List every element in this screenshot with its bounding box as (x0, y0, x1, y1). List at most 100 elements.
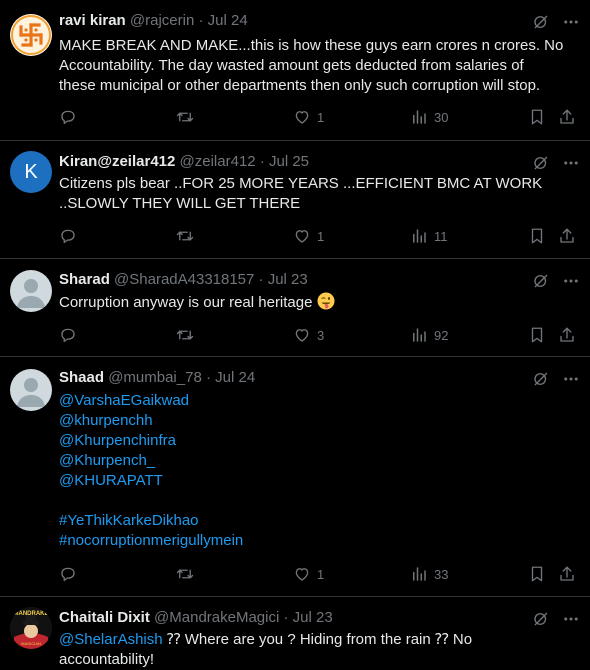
bookmark-button[interactable] (528, 107, 546, 127)
swastika-logo-icon (11, 15, 51, 55)
tweet-header: Kiran@zeilar412 @zeilar412 · Jul 25 (59, 153, 309, 170)
tweet-text-content: Corruption anyway is our real heritage (59, 294, 313, 311)
mention-link[interactable]: @khurpenchh (59, 411, 579, 431)
tweet-text-line: accountability! (59, 651, 155, 668)
tweet-date[interactable]: Jul 25 (269, 153, 309, 170)
mention-link[interactable]: @Khurpenchinfra (59, 431, 579, 451)
hashtag-link[interactable]: #nocorruptionmerigullymein (59, 531, 579, 551)
grok-icon[interactable] (532, 13, 550, 31)
avatar[interactable]: K (10, 151, 52, 193)
tweet-text: Citizens pls bear ..FOR 25 MORE YEARS ..… (59, 174, 579, 214)
like-count: 1 (317, 566, 325, 582)
tweet-text-line: @ShelarAshish ⁇ Where are you ? Hiding f… (59, 630, 579, 650)
share-button[interactable] (558, 564, 576, 584)
views-button[interactable]: 11 (410, 226, 448, 246)
bookmark-icon (531, 566, 543, 582)
retweet-button[interactable] (176, 325, 194, 345)
more-icon[interactable] (562, 610, 580, 628)
tweet-actions: 1 33 (0, 564, 590, 584)
like-button[interactable]: 1 (293, 107, 324, 127)
share-icon (560, 228, 574, 243)
like-button[interactable]: 1 (293, 226, 324, 246)
bookmark-button[interactable] (528, 564, 546, 584)
bookmark-icon (531, 109, 543, 125)
reply-button[interactable] (59, 226, 77, 246)
views-button[interactable]: 30 (410, 107, 448, 127)
share-button[interactable] (558, 107, 576, 127)
share-icon (560, 327, 574, 342)
display-name[interactable]: Kiran@zeilar412 (59, 153, 175, 170)
share-icon (560, 109, 574, 124)
tweet-text: MAKE BREAK AND MAKE...this is how these … (59, 36, 579, 96)
bookmark-button[interactable] (528, 226, 546, 246)
grok-icon[interactable] (532, 610, 550, 628)
separator: · (259, 153, 265, 170)
avatar[interactable] (10, 14, 52, 56)
like-icon (295, 568, 309, 581)
tweet-date[interactable]: Jul 23 (293, 609, 333, 626)
view-count: 92 (434, 327, 449, 343)
bookmark-button[interactable] (528, 325, 546, 345)
view-count: 33 (434, 566, 449, 582)
retweet-button[interactable] (176, 564, 194, 584)
more-icon[interactable] (562, 370, 580, 388)
display-name[interactable]: Sharad (59, 271, 110, 288)
mention-link[interactable]: @Khurpench_ (59, 451, 579, 471)
avatar[interactable]: MANDRAKE MAGICIAN (10, 607, 52, 649)
grok-icon[interactable] (532, 272, 550, 290)
avatar-logo-subtext: MAGICIAN (21, 641, 41, 646)
tweet-date[interactable]: Jul 23 (268, 271, 308, 288)
avatar[interactable] (10, 270, 52, 312)
like-button[interactable]: 1 (293, 564, 324, 584)
views-button[interactable]: 33 (410, 564, 448, 584)
tweet-text-line: Corruption anyway is our real heritage (59, 292, 579, 313)
view-count: 11 (434, 228, 448, 244)
separator: · (198, 12, 204, 29)
avatar[interactable] (10, 369, 52, 411)
display-name[interactable]: ravi kiran (59, 12, 126, 29)
hashtag-link[interactable]: #YeThikKarkeDikhao (59, 511, 579, 531)
grok-icon[interactable] (532, 154, 550, 172)
more-icon[interactable] (562, 272, 580, 290)
user-handle[interactable]: @MandrakeMagici (154, 609, 279, 626)
like-button[interactable]: 3 (293, 325, 324, 345)
mention-link[interactable]: @VarshaEGaikwad (59, 391, 579, 411)
views-button[interactable]: 92 (410, 325, 448, 345)
tweet[interactable]: Sharad @SharadA43318157 · Jul 23 Corrupt… (0, 259, 590, 357)
display-name[interactable]: Chaitali Dixit (59, 609, 150, 626)
tweet-text-line: Citizens pls bear ..FOR 25 MORE YEARS ..… (59, 175, 543, 192)
default-avatar-icon (17, 279, 45, 308)
share-button[interactable] (558, 226, 576, 246)
mandrake-magician-logo-icon: MANDRAKE MAGICIAN (10, 607, 52, 649)
mention-link[interactable]: @ShelarAshish (59, 631, 163, 648)
like-count: 3 (317, 327, 325, 343)
display-name[interactable]: Shaad (59, 369, 104, 386)
tweet[interactable]: Shaad @mumbai_78 · Jul 24 @VarshaEGaikwa… (0, 357, 590, 597)
user-handle[interactable]: @zeilar412 (180, 153, 256, 170)
reply-button[interactable] (59, 325, 77, 345)
tweet[interactable]: ravi kiran @rajcerin · Jul 24 MAKE BREAK… (0, 0, 590, 141)
reply-icon (61, 110, 75, 125)
share-button[interactable] (558, 325, 576, 345)
more-icon[interactable] (562, 13, 580, 31)
user-handle[interactable]: @SharadA43318157 (114, 271, 254, 288)
tweet-text-line: these municipal or other departments the… (59, 77, 541, 94)
like-icon (295, 329, 309, 342)
reply-button[interactable] (59, 107, 77, 127)
user-handle[interactable]: @rajcerin (130, 12, 194, 29)
tweet-header: Shaad @mumbai_78 · Jul 24 (59, 369, 255, 386)
tweet-date[interactable]: Jul 24 (208, 12, 248, 29)
tweet[interactable]: MANDRAKE MAGICIAN Chaitali Dixit @Mandra… (0, 597, 590, 670)
more-icon[interactable] (562, 154, 580, 172)
retweet-button[interactable] (176, 107, 194, 127)
retweet-button[interactable] (176, 226, 194, 246)
tweet-date[interactable]: Jul 24 (215, 369, 255, 386)
tweet-header: Sharad @SharadA43318157 · Jul 23 (59, 271, 308, 288)
tweet[interactable]: K Kiran@zeilar412 @zeilar412 · Jul 25 Ci… (0, 141, 590, 259)
mention-link[interactable]: @KHURAPATT (59, 471, 579, 491)
user-handle[interactable]: @mumbai_78 (108, 369, 202, 386)
reply-button[interactable] (59, 564, 77, 584)
grok-icon[interactable] (532, 370, 550, 388)
reply-icon (61, 229, 75, 244)
